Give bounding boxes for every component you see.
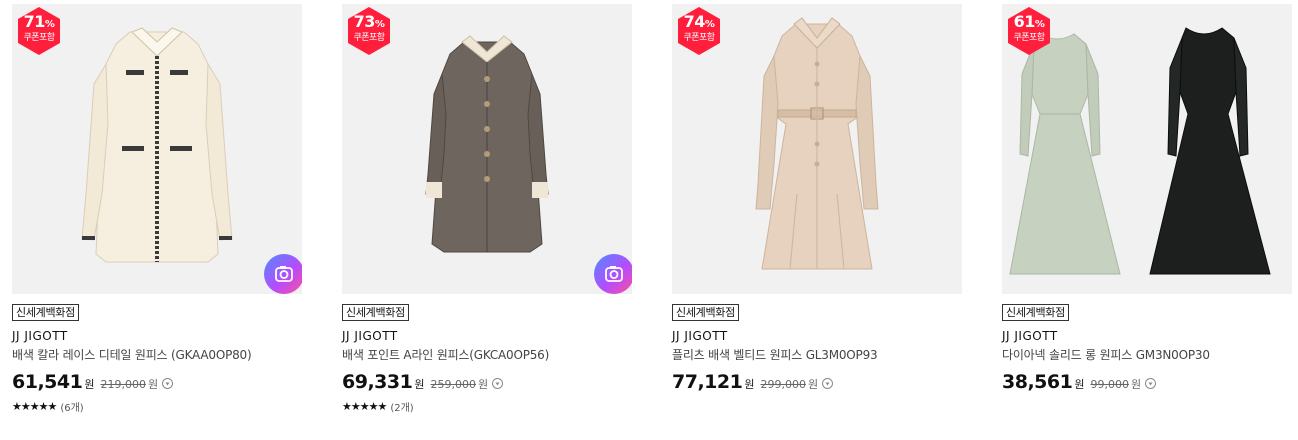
price-row: 77,121 원 299,000 원 [672,371,962,395]
coupon-label: 쿠폰포함 [683,33,715,43]
camera-review-button[interactable] [264,254,302,294]
brand-name[interactable]: JJ JIGOTT [342,329,632,344]
sale-price: 77,121 [672,371,743,393]
camera-review-button[interactable] [594,254,632,294]
rating-row: ★★★★★ (6개) [12,399,302,414]
price-row: 38,561 원 99,000 원 [1002,371,1292,395]
product-image[interactable]: 74% 쿠폰포함 [672,4,962,294]
price-unit: 원 [744,378,755,391]
price-row: 61,541 원 219,000 원 [12,371,302,395]
camera-icon [605,266,623,282]
original-price-unit: 원 [807,378,819,391]
product-card[interactable]: 71% 쿠폰포함 신세계백화점 JJ JIGOTT 배색 칼라 레이스 디테일 … [12,4,302,414]
product-image[interactable]: 61% 쿠폰포함 [1002,4,1292,294]
product-name[interactable]: 배색 칼라 레이스 디테일 원피스 (GKAA0OP80) [12,348,302,363]
store-tag: 신세계백화점 [342,304,409,321]
price-row: 69,331 원 259,000 원 [342,371,632,395]
coupon-label: 쿠폰포함 [1013,33,1045,43]
discount-badge: 73% 쿠폰포함 [344,6,394,56]
product-grid: 71% 쿠폰포함 신세계백화점 JJ JIGOTT 배색 칼라 레이스 디테일 … [0,0,1298,440]
sale-price: 38,561 [1002,371,1073,393]
sale-price: 61,541 [12,371,83,393]
review-count[interactable]: (6개) [60,399,83,414]
brand-name[interactable]: JJ JIGOTT [12,329,302,344]
price-unit: 원 [84,378,95,391]
brand-name[interactable]: JJ JIGOTT [1002,329,1292,344]
info-circle-icon[interactable] [162,378,174,389]
original-price: 259,000 [430,378,476,391]
store-tag: 신세계백화점 [672,304,739,321]
product-card[interactable]: 74% 쿠폰포함 신세계백화점 JJ JIGOTT 플리츠 배색 벨티드 원피스… [672,4,962,395]
product-name[interactable]: 다이아넥 솔리드 롱 원피스 GM3N0OP30 [1002,348,1292,363]
discount-percent: 61 [1013,12,1036,31]
product-name[interactable]: 배색 포인트 A라인 원피스(GKCA0OP56) [342,348,632,363]
discount-unit: % [374,19,385,30]
info-circle-icon[interactable] [492,378,504,389]
original-price: 219,000 [100,378,146,391]
original-price: 299,000 [760,378,806,391]
camera-icon [275,266,293,282]
discount-percent: 74 [683,12,706,31]
discount-badge: 74% 쿠폰포함 [674,6,724,56]
product-image[interactable]: 71% 쿠폰포함 [12,4,302,294]
info-circle-icon[interactable] [1145,378,1157,389]
coupon-label: 쿠폰포함 [23,33,55,43]
original-price-unit: 원 [477,378,489,391]
original-price: 99,000 [1090,378,1129,391]
discount-percent: 71 [23,12,46,31]
store-tag: 신세계백화점 [12,304,79,321]
original-price-unit: 원 [147,378,159,391]
store-tag: 신세계백화점 [1002,304,1069,321]
product-card[interactable]: 61% 쿠폰포함 신세계백화점 JJ JIGOTT 다이아넥 솔리드 롱 원피스… [1002,4,1292,395]
rating-row: ★★★★★ (2개) [342,399,632,414]
coupon-label: 쿠폰포함 [353,33,385,43]
star-rating: ★★★★★ [342,400,387,413]
price-unit: 원 [414,378,425,391]
star-rating: ★★★★★ [12,400,57,413]
brand-name[interactable]: JJ JIGOTT [672,329,962,344]
product-image[interactable]: 73% 쿠폰포함 [342,4,632,294]
price-unit: 원 [1074,378,1085,391]
discount-unit: % [704,19,715,30]
product-card[interactable]: 73% 쿠폰포함 신세계백화점 JJ JIGOTT 배색 포인트 A라인 원피스… [342,4,632,414]
sale-price: 69,331 [342,371,413,393]
review-count[interactable]: (2개) [390,399,413,414]
info-circle-icon[interactable] [822,378,834,389]
discount-unit: % [1034,19,1045,30]
discount-unit: % [44,19,55,30]
original-price-unit: 원 [1130,378,1142,391]
discount-badge: 71% 쿠폰포함 [14,6,64,56]
product-name[interactable]: 플리츠 배색 벨티드 원피스 GL3M0OP93 [672,348,962,363]
discount-percent: 73 [353,12,376,31]
discount-badge: 61% 쿠폰포함 [1004,6,1054,56]
